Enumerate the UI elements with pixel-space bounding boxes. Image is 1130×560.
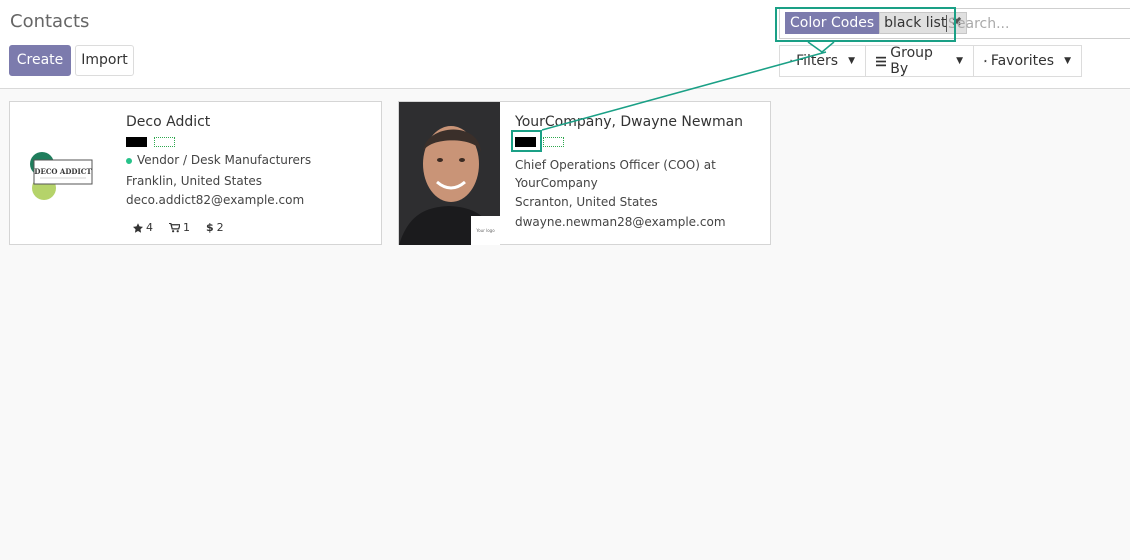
company-logo: DECO ADDICT bbox=[30, 152, 93, 200]
color-tags bbox=[515, 137, 564, 147]
facet-value: black list bbox=[884, 15, 947, 31]
favorites-label: Favorites bbox=[990, 53, 1055, 69]
control-panel: Contacts Create Import Color Codes black… bbox=[0, 0, 1130, 89]
tag-empty bbox=[154, 137, 175, 147]
search-facet[interactable]: Color Codes black list ✖ bbox=[785, 12, 968, 34]
company-logo-text: DECO ADDICT bbox=[34, 167, 92, 176]
tag-black-list bbox=[126, 137, 147, 147]
chevron-down-icon: ▼ bbox=[956, 56, 963, 66]
group-by-dropdown[interactable]: Group By ▼ bbox=[865, 45, 974, 77]
company-chip: Your logo bbox=[471, 216, 500, 245]
contact-job-line1: Chief Operations Officer (COO) at bbox=[515, 158, 716, 172]
favorites-dropdown[interactable]: Favorites ▼ bbox=[973, 45, 1082, 77]
contact-stats: 4 1 $ 2 bbox=[133, 221, 224, 234]
tag-black-list bbox=[515, 137, 536, 147]
contact-name[interactable]: YourCompany, Dwayne Newman bbox=[515, 114, 743, 130]
search-input[interactable] bbox=[948, 14, 1128, 34]
contact-email: dwayne.newman28@example.com bbox=[515, 215, 726, 229]
contact-location: Scranton, United States bbox=[515, 195, 658, 209]
dollar-icon: $ bbox=[206, 221, 214, 234]
contact-name[interactable]: Deco Addict bbox=[126, 114, 210, 130]
contact-photo: Your logo bbox=[399, 102, 500, 245]
star-icon bbox=[984, 59, 987, 63]
stat-orders[interactable]: 1 bbox=[169, 221, 190, 234]
status-dot bbox=[126, 157, 132, 164]
bars-icon bbox=[876, 56, 887, 66]
contact-job-line2: YourCompany bbox=[515, 176, 598, 190]
stat-orders-value: 1 bbox=[183, 221, 190, 234]
filters-dropdown[interactable]: Filters ▼ bbox=[779, 45, 866, 77]
chevron-down-icon: ▼ bbox=[1064, 56, 1071, 66]
group-by-label: Group By bbox=[890, 45, 933, 77]
color-tags bbox=[126, 137, 175, 147]
page-title: Contacts bbox=[10, 11, 90, 32]
filter-icon bbox=[790, 59, 793, 63]
chevron-down-icon: ▼ bbox=[848, 56, 855, 66]
stat-stars[interactable]: 4 bbox=[133, 221, 153, 234]
stat-invoices[interactable]: $ 2 bbox=[206, 221, 224, 234]
cart-icon bbox=[169, 222, 180, 232]
contact-email: deco.addict82@example.com bbox=[126, 193, 305, 207]
import-button[interactable]: Import bbox=[75, 45, 134, 76]
tag-empty bbox=[543, 137, 564, 147]
contact-location: Franklin, United States bbox=[126, 174, 263, 188]
contact-category: Vendor / Desk Manufacturers bbox=[126, 153, 311, 167]
facet-category: Color Codes bbox=[785, 12, 880, 34]
stat-stars-value: 4 bbox=[146, 221, 153, 234]
create-button[interactable]: Create bbox=[9, 45, 71, 76]
category-text: Vendor / Desk Manufacturers bbox=[137, 153, 312, 167]
text-cursor bbox=[946, 15, 947, 32]
contact-card-deco-addict[interactable]: DECO ADDICT Deco Addict Vendor / Desk Ma… bbox=[9, 101, 382, 245]
star-icon bbox=[133, 222, 143, 233]
contact-card-dwayne-newman[interactable]: Your logo YourCompany, Dwayne Newman Chi… bbox=[398, 101, 771, 245]
stat-invoices-value: 2 bbox=[216, 221, 224, 234]
filters-label: Filters bbox=[796, 53, 839, 69]
